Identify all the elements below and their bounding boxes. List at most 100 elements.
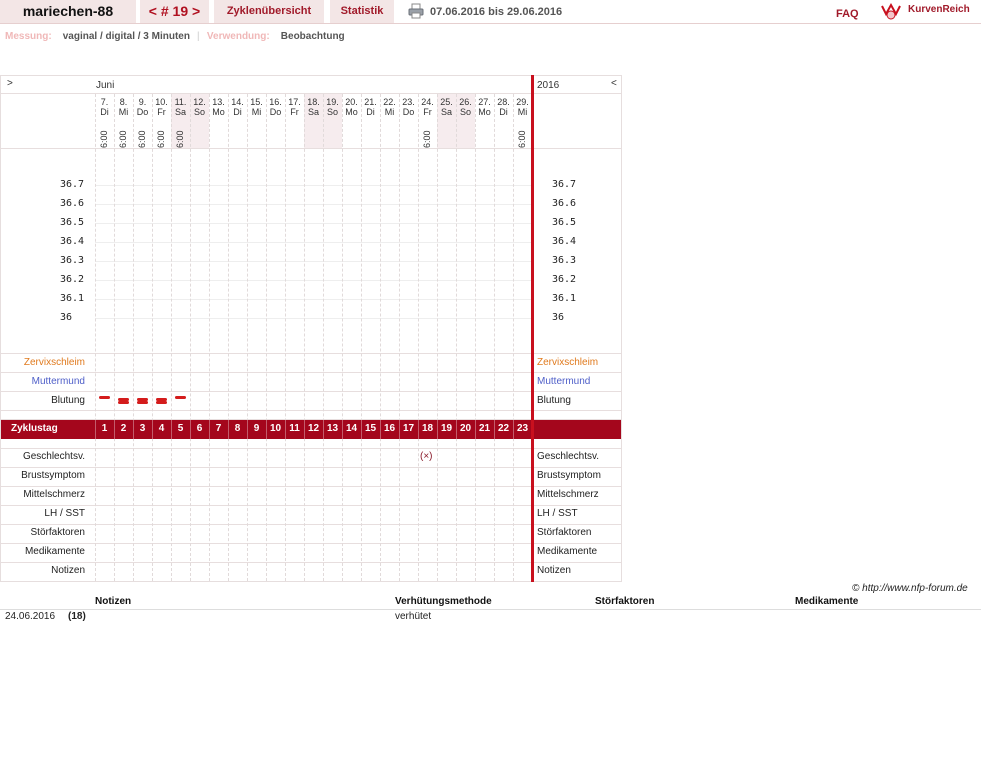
bleeding-mark[interactable] xyxy=(99,396,110,399)
cycle-day-number: 4 xyxy=(158,423,165,434)
cycle-day-divider xyxy=(418,420,419,439)
cycle-day-divider xyxy=(247,420,248,439)
bleeding-label-right: Blutung xyxy=(537,395,571,406)
cycle-day-number: 19 xyxy=(440,423,453,434)
medication-header: Medikamente xyxy=(795,596,859,607)
cycle-day-divider xyxy=(171,420,172,439)
cycle-day-divider xyxy=(380,420,381,439)
cycle-day-divider xyxy=(266,420,267,439)
weekday: Sa xyxy=(440,107,452,117)
cycle-chart: 36.7 36.7 36.6 36.6 36.5 36.5 36.4 36.4 36.3 36.3… xyxy=(0,75,622,582)
temperature-label: 36.2 xyxy=(60,274,85,285)
row-separator xyxy=(1,410,621,411)
statistics-tab[interactable]: Statistik xyxy=(330,0,394,23)
weekday: So xyxy=(459,107,471,117)
day-column-line xyxy=(266,94,267,581)
measurement-time: 6:00 xyxy=(118,130,128,148)
day-number: 26. xyxy=(459,97,472,107)
kurvenreich-logo[interactable]: KurvenReich xyxy=(908,4,970,15)
cycle-day-number: 2 xyxy=(120,423,127,434)
temperature-label-right: 36.1 xyxy=(552,293,577,304)
cycle-day-divider xyxy=(494,420,495,439)
intercourse-mark[interactable]: (×) xyxy=(420,451,433,462)
day-number: 14. xyxy=(231,97,244,107)
cycle-day-divider xyxy=(133,420,134,439)
weekday: Fr xyxy=(157,107,166,117)
temperature-label-right: 36.3 xyxy=(552,255,577,266)
temperature-label-right: 36.6 xyxy=(552,198,577,209)
lh-test-label-right: LH / SST xyxy=(537,508,578,519)
cycle-day-divider xyxy=(456,420,457,439)
day-number: 29. xyxy=(516,97,529,107)
printer-icon[interactable] xyxy=(408,3,424,19)
bleeding-mark[interactable] xyxy=(118,401,129,404)
bleeding-mark[interactable] xyxy=(175,396,186,399)
measurement-time: 6:00 xyxy=(175,130,185,148)
cycle-day-number: 6 xyxy=(196,423,203,434)
day-column-line xyxy=(323,94,324,581)
temperature-label-right: 36.7 xyxy=(552,179,577,190)
day-column-line xyxy=(209,94,210,581)
measurement-time: 6:00 xyxy=(517,130,527,148)
day-number: 15. xyxy=(250,97,263,107)
notes-header-rule xyxy=(0,609,981,610)
cycle-navigation[interactable]: < # 19 > xyxy=(140,0,209,23)
row-separator xyxy=(1,353,621,354)
disturbance-label-right: Störfaktoren xyxy=(537,527,592,538)
row-separator xyxy=(1,93,621,94)
day-number: 21. xyxy=(364,97,377,107)
kurvenreich-logo-icon[interactable] xyxy=(880,2,902,20)
cycle-day-number: 18 xyxy=(421,423,434,434)
faq-link[interactable]: FAQ xyxy=(836,8,859,20)
cycle-overview-tab[interactable]: Zyklenübersicht xyxy=(214,0,324,23)
weekday: Fr xyxy=(423,107,432,117)
notes-label: Notizen xyxy=(51,565,85,576)
cycle-day-divider xyxy=(513,420,514,439)
cervical-mucus-label: Zervixschleim xyxy=(23,357,85,368)
temperature-label-right: 36.5 xyxy=(552,217,577,228)
weekday: Do xyxy=(269,107,282,117)
date-range: 07.06.2016 bis 29.06.2016 xyxy=(430,6,563,18)
cycle-day-number: 16 xyxy=(383,423,396,434)
temperature-label: 36.5 xyxy=(60,217,85,228)
weekday: Do xyxy=(136,107,149,117)
temperature-label: 36.7 xyxy=(60,179,85,190)
temperature-gridline xyxy=(95,204,532,205)
cycle-day-divider xyxy=(285,420,286,439)
username-label: mariechen-88 xyxy=(0,0,136,23)
note-method: verhütet xyxy=(395,611,432,622)
temperature-gridline xyxy=(95,261,532,262)
cycle-day-divider xyxy=(399,420,400,439)
cycle-day-number: 8 xyxy=(234,423,241,434)
disturbance-header: Störfaktoren xyxy=(595,596,655,607)
day-column-line xyxy=(228,94,229,581)
bleeding-mark[interactable] xyxy=(137,401,148,404)
measurement-time: 6:00 xyxy=(137,130,147,148)
bleeding-mark[interactable] xyxy=(156,401,167,404)
scroll-left-button[interactable]: > xyxy=(7,78,13,89)
notes-header: Notizen xyxy=(95,596,132,607)
day-column-line xyxy=(437,94,438,581)
day-number: 7. xyxy=(100,97,109,107)
day-number: 24. xyxy=(421,97,434,107)
cycle-day-divider xyxy=(190,420,191,439)
day-number: 16. xyxy=(269,97,282,107)
measurement-label: Messung: xyxy=(5,31,52,42)
note-cycle-day: (18) xyxy=(68,611,86,622)
day-column-line xyxy=(95,94,96,581)
disturbance-label: Störfaktoren xyxy=(30,527,85,538)
scroll-right-button[interactable]: < xyxy=(611,78,617,89)
breast-symptom-label: Brustsymptom xyxy=(21,470,85,481)
measurement-time: 6:00 xyxy=(156,130,166,148)
day-column-line xyxy=(380,94,381,581)
bleeding-label: Blutung xyxy=(51,395,85,406)
weekday: Di xyxy=(233,107,242,117)
day-number: 22. xyxy=(383,97,396,107)
weekday: Mi xyxy=(118,107,129,117)
weekday: Di xyxy=(100,107,109,117)
cycle-day-divider xyxy=(361,420,362,439)
medication-label: Medikamente xyxy=(24,546,85,557)
weekday: Mi xyxy=(517,107,528,117)
note-date: 24.06.2016 xyxy=(5,611,56,622)
weekday: Mo xyxy=(478,107,491,117)
